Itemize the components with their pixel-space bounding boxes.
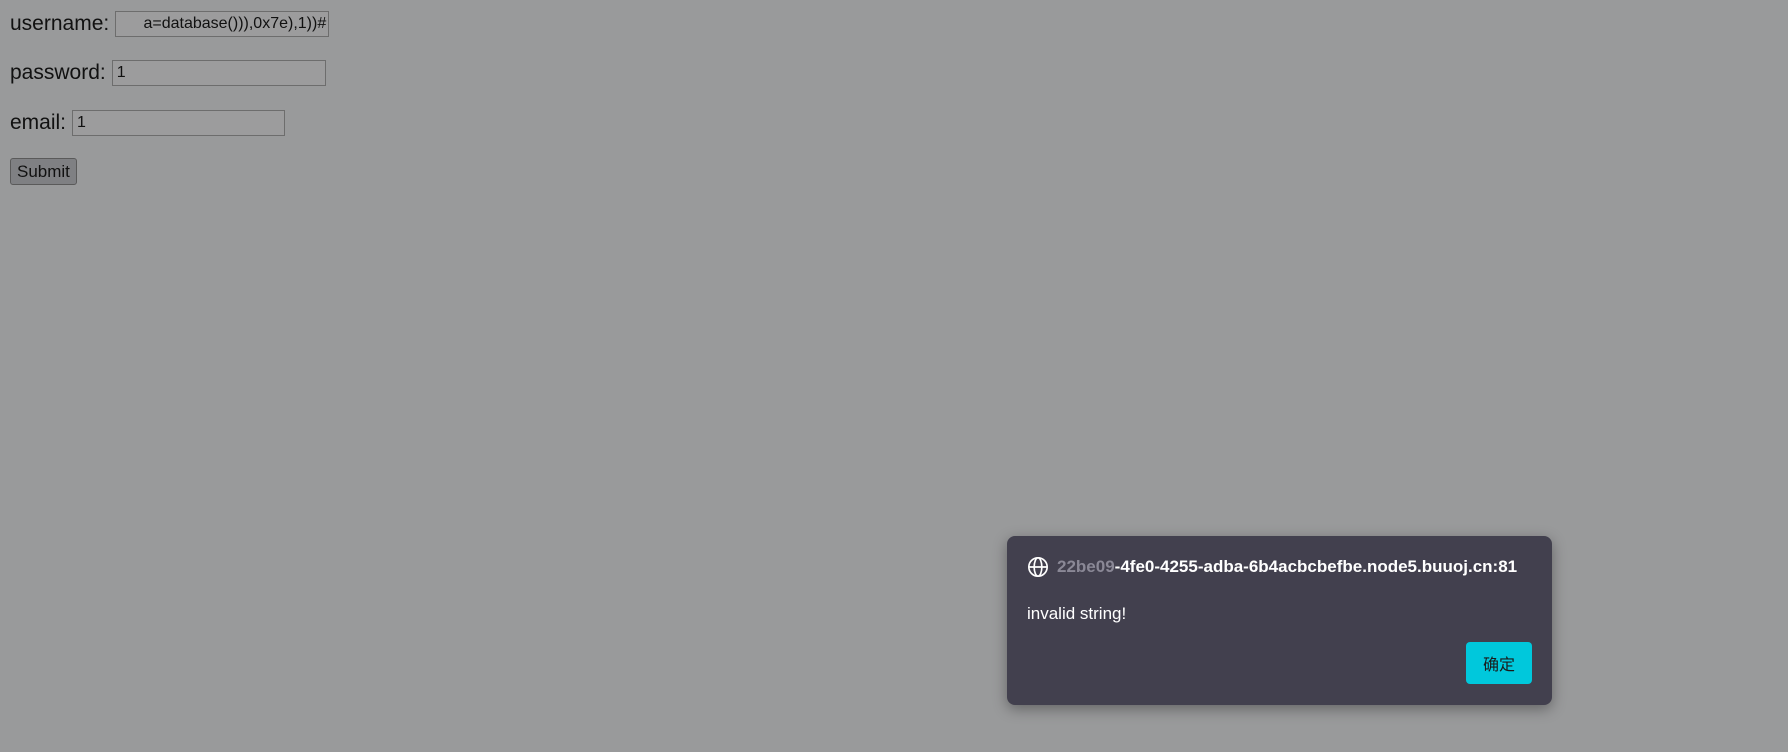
dialog-origin: 22be09 -4fe0-4255-adba-6b4acbcbefbe.node5… (1027, 556, 1517, 578)
username-input[interactable]: a=database())),0x7e),1))# (115, 11, 330, 37)
email-label: email: (10, 111, 67, 134)
ok-button[interactable]: 确定 (1466, 642, 1532, 684)
email-row: email: 1 (10, 110, 286, 136)
globe-icon (1028, 557, 1048, 577)
username-label: username: (10, 12, 110, 35)
password-input[interactable]: 1 (111, 60, 326, 86)
password-label: password: (10, 61, 106, 84)
origin-prefix: 22be09 (1057, 557, 1115, 576)
alert-dialog: 22be09 -4fe0-4255-adba-6b4acbcbefbe.node5… (1007, 536, 1552, 705)
origin-host: -4fe0-4255-adba-6b4acbcbefbe.node5.buuoj… (1114, 557, 1518, 576)
dialog-message: invalid string! (1027, 604, 1127, 623)
username-row: username: a=database())),0x7e),1))# (10, 11, 330, 37)
password-row: password: 1 (10, 60, 326, 86)
email-input[interactable]: 1 (72, 110, 286, 136)
submit-button[interactable]: Submit (10, 158, 77, 185)
